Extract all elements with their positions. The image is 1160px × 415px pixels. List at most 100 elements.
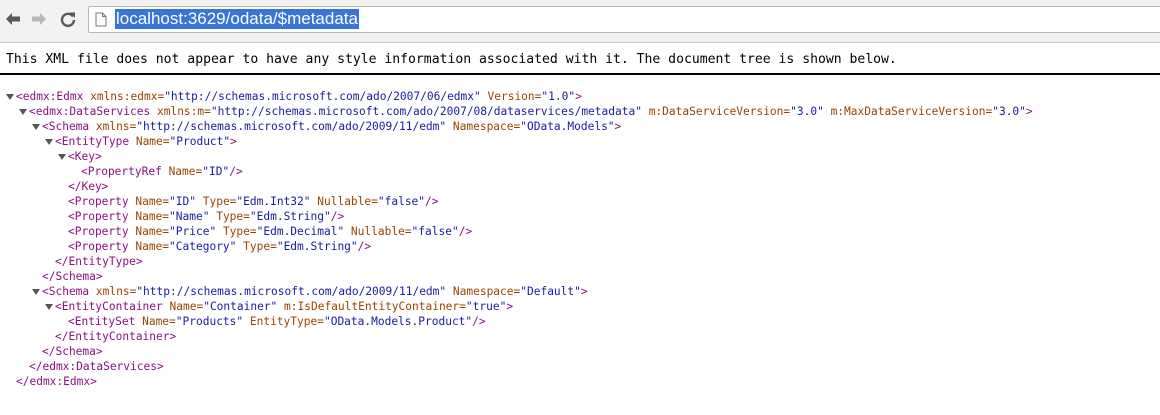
- xml-attribute-value: "Default": [520, 285, 581, 298]
- xml-attribute-name: Type=: [196, 195, 237, 208]
- xml-attribute-name: Type=: [209, 210, 250, 223]
- xml-tag: <Schema: [42, 120, 90, 133]
- address-bar[interactable]: localhost:3629/odata/$metadata: [88, 6, 1160, 33]
- xml-attribute-value: "http://schemas.microsoft.com/ado/2007/0…: [164, 90, 481, 103]
- xml-line: <EntitySet Name="Products" EntityType="O…: [68, 314, 486, 329]
- url-text[interactable]: localhost:3629/odata/$metadata: [115, 9, 359, 29]
- xml-attribute-name: xmlns:edmx=: [83, 90, 165, 103]
- xml-tag: </EntityType>: [55, 255, 143, 268]
- xml-line: </edmx:DataServices>: [29, 359, 164, 374]
- page-icon: [95, 12, 107, 27]
- xml-attribute-value: "3.0": [992, 105, 1026, 118]
- xml-attribute-name: m:DataServiceVersion=: [641, 105, 791, 118]
- xml-attribute-name: Name=: [128, 240, 170, 253]
- xml-tag: />: [229, 165, 243, 178]
- collapse-toggle-icon[interactable]: [32, 119, 41, 134]
- xml-line: <Property Name="Price" Type="Edm.Decimal…: [68, 224, 472, 239]
- xml-line: </Key>: [68, 179, 108, 194]
- xml-attribute-name: Version=: [480, 90, 542, 103]
- forward-arrow-icon: [32, 13, 46, 25]
- xml-attribute-value: "Edm.String": [276, 240, 358, 253]
- xml-attribute-value: "http://schemas.microsoft.com/ado/2009/1…: [136, 120, 447, 133]
- xml-attribute-value: "false": [377, 195, 426, 208]
- back-arrow-icon: [6, 13, 20, 25]
- xml-line: <PropertyRef Name="ID"/>: [81, 164, 243, 179]
- xml-attribute-value: "http://schemas.microsoft.com/ado/2007/0…: [210, 105, 642, 118]
- xml-tag: />: [330, 210, 345, 223]
- xml-attribute-value: "Category": [169, 240, 237, 253]
- xml-tag: </Schema>: [42, 270, 103, 283]
- xml-line: <Key>: [58, 149, 102, 164]
- collapse-toggle-icon[interactable]: [45, 299, 54, 314]
- xml-attribute-value: "3.0": [790, 105, 824, 118]
- xml-tag: <Property: [68, 210, 129, 223]
- xml-tag: >: [506, 300, 514, 313]
- xml-attribute-value: "1.0": [541, 90, 576, 103]
- xml-info-banner: This XML file does not appear to have an…: [6, 52, 897, 67]
- xml-attribute-value: "Edm.Int32": [236, 195, 311, 208]
- xml-attribute-name: Namespace=: [446, 285, 521, 298]
- xml-line: <Property Name="Category" Type="Edm.Stri…: [68, 239, 371, 254]
- xml-tag: <EntitySet: [68, 315, 136, 328]
- xml-attribute-name: Name=: [128, 225, 170, 238]
- xml-tag: </edmx:DataServices>: [29, 360, 164, 373]
- xml-tag: <Key>: [68, 150, 102, 163]
- xml-attribute-name: EntityType=: [243, 315, 324, 328]
- reload-button[interactable]: [56, 7, 80, 31]
- xml-tag: <Property: [68, 195, 129, 208]
- xml-attribute-value: "Edm.Decimal": [256, 225, 345, 238]
- xml-tag: <EntityType: [55, 135, 130, 148]
- xml-tag: </edmx:Edmx>: [16, 375, 97, 388]
- xml-attribute-name: Type=: [216, 225, 257, 238]
- xml-attribute-name: Namespace=: [446, 120, 521, 133]
- xml-tag: >: [1025, 105, 1033, 118]
- xml-line: <edmx:Edmx xmlns:edmx="http://schemas.mi…: [6, 89, 582, 104]
- xml-tag: <EntityContainer: [55, 300, 163, 313]
- xml-line: </edmx:Edmx>: [16, 374, 97, 389]
- collapse-toggle-icon[interactable]: [45, 134, 54, 149]
- banner-divider: [0, 73, 1160, 75]
- xml-attribute-value: "OData.Models.Product": [323, 315, 473, 328]
- forward-button[interactable]: [27, 7, 51, 31]
- xml-tag: >: [580, 285, 588, 298]
- collapse-toggle-icon[interactable]: [6, 89, 15, 104]
- xml-attribute-name: Name=: [161, 165, 203, 178]
- collapse-toggle-icon[interactable]: [19, 104, 28, 119]
- xml-attribute-name: xmlns=: [89, 285, 137, 298]
- xml-attribute-name: xmlns:m=: [150, 105, 211, 118]
- xml-attribute-value: "Products": [175, 315, 244, 328]
- xml-attribute-name: m:MaxDataServiceVersion=: [823, 105, 993, 118]
- xml-attribute-value: "Name": [169, 210, 210, 223]
- xml-tag: </Key>: [68, 180, 109, 193]
- xml-attribute-name: m:IsDefaultEntityContainer=: [277, 300, 466, 313]
- xml-line: </Schema>: [42, 269, 103, 284]
- xml-attribute-name: Type=: [236, 240, 277, 253]
- xml-line: <EntityContainer Name="Container" m:IsDe…: [45, 299, 513, 314]
- collapse-toggle-icon[interactable]: [58, 149, 67, 164]
- xml-attribute-value: "OData.Models": [520, 120, 615, 133]
- xml-tag: <edmx:DataServices: [29, 105, 151, 118]
- xml-attribute-value: "ID": [202, 165, 230, 178]
- xml-attribute-value: "false": [411, 225, 459, 238]
- xml-line: </EntityContainer>: [55, 329, 176, 344]
- xml-line: <edmx:DataServices xmlns:m="http://schem…: [19, 104, 1033, 119]
- xml-line: <Schema xmlns="http://schemas.microsoft.…: [32, 119, 621, 134]
- browser-toolbar: localhost:3629/odata/$metadata: [0, 0, 1160, 43]
- reload-icon: [60, 12, 76, 27]
- xml-attribute-name: xmlns=: [89, 120, 137, 133]
- collapse-toggle-icon[interactable]: [32, 284, 41, 299]
- xml-tag: >: [575, 90, 582, 103]
- xml-line: <Property Name="Name" Type="Edm.String"/…: [68, 209, 344, 224]
- xml-line: </Schema>: [42, 344, 103, 359]
- xml-attribute-value: "Edm.String": [249, 210, 331, 223]
- xml-attribute-name: Nullable=: [344, 225, 412, 238]
- xml-attribute-value: "Price": [169, 225, 217, 238]
- xml-tag: <Schema: [42, 285, 90, 298]
- xml-tag: >: [614, 120, 622, 133]
- xml-attribute-name: Name=: [135, 315, 176, 328]
- xml-line: <Property Name="ID" Type="Edm.Int32" Nul…: [68, 194, 439, 209]
- back-button[interactable]: [1, 7, 25, 31]
- xml-tag: >: [230, 135, 237, 148]
- xml-tag: />: [357, 240, 372, 253]
- xml-line: </EntityType>: [55, 254, 143, 269]
